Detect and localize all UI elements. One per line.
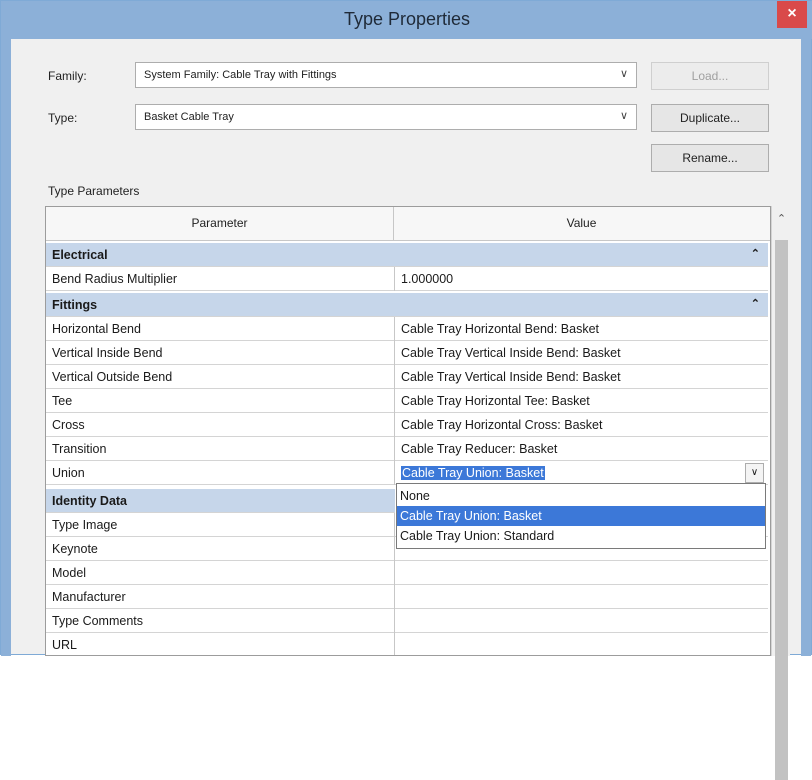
table-row[interactable]: Manufacturer (46, 585, 768, 609)
table-row[interactable]: URL (46, 633, 768, 655)
param-name: Tee (52, 394, 73, 408)
type-label: Type: (48, 111, 78, 125)
table-row[interactable]: Cross Cable Tray Horizontal Cross: Baske… (46, 413, 768, 437)
type-combobox[interactable]: Basket Cable Tray ∨ (135, 104, 637, 130)
column-divider (394, 585, 395, 609)
param-name: Manufacturer (52, 590, 126, 604)
type-value: Basket Cable Tray (144, 111, 234, 123)
param-name: Keynote (52, 542, 98, 556)
param-name: Model (52, 566, 87, 580)
window-frame-right (801, 39, 811, 656)
group-label: Identity Data (52, 494, 128, 508)
family-combobox[interactable]: System Family: Cable Tray with Fittings … (135, 62, 637, 88)
column-divider (394, 633, 395, 655)
dropdown-option-selected[interactable]: Cable Tray Union: Basket (397, 506, 765, 526)
column-header-parameter[interactable]: Parameter (46, 207, 394, 240)
dialog-title: Type Properties (343, 9, 471, 29)
column-header-value[interactable]: Value (395, 207, 768, 240)
type-parameters-label: Type Parameters (48, 184, 140, 198)
load-button[interactable]: Load... (651, 62, 769, 90)
param-name: Transition (52, 442, 107, 456)
chevron-down-icon: ∨ (619, 110, 628, 122)
group-row-fittings[interactable]: Fittings ⌃ (46, 293, 768, 317)
param-name: Vertical Inside Bend (52, 346, 163, 360)
column-divider (394, 365, 395, 389)
column-divider (394, 437, 395, 461)
column-divider (394, 513, 395, 537)
group-row-identity-data[interactable]: Identity Data (46, 489, 395, 513)
param-value[interactable]: Cable Tray Horizontal Cross: Basket (401, 418, 602, 432)
column-divider (394, 389, 395, 413)
table-row-union[interactable]: Union Cable Tray Union: Basket ∨ (46, 461, 768, 485)
collapse-icon[interactable]: ⌃ (751, 247, 760, 260)
param-name: Cross (52, 418, 85, 432)
union-combobox-value[interactable]: Cable Tray Union: Basket (401, 466, 545, 480)
close-button[interactable]: × (777, 1, 807, 28)
parameters-grid: Parameter Value Electrical ⌃ Bend Radius… (45, 206, 771, 656)
vertical-scrollbar[interactable]: ⌃ (771, 206, 791, 780)
param-value[interactable]: 1.000000 (401, 272, 453, 286)
param-value[interactable]: Cable Tray Vertical Inside Bend: Basket (401, 346, 621, 360)
table-row[interactable]: Transition Cable Tray Reducer: Basket (46, 437, 768, 461)
type-properties-dialog: Type Properties × Family: System Family:… (0, 0, 812, 780)
table-row[interactable]: Vertical Outside Bend Cable Tray Vertica… (46, 365, 768, 389)
table-row[interactable]: Type Comments (46, 609, 768, 633)
param-value[interactable]: Cable Tray Horizontal Tee: Basket (401, 394, 590, 408)
table-row[interactable]: Bend Radius Multiplier 1.000000 (46, 267, 768, 291)
window-frame-left (1, 39, 11, 656)
column-divider (394, 609, 395, 633)
column-divider (394, 341, 395, 365)
table-row[interactable]: Tee Cable Tray Horizontal Tee: Basket (46, 389, 768, 413)
column-divider (394, 461, 395, 485)
table-row[interactable]: Model (46, 561, 768, 585)
union-dropdown-list[interactable]: None Cable Tray Union: Basket Cable Tray… (396, 483, 766, 549)
param-value[interactable]: Cable Tray Horizontal Bend: Basket (401, 322, 599, 336)
param-name: Bend Radius Multiplier (52, 272, 178, 286)
family-label: Family: (48, 69, 87, 83)
title-bar[interactable]: Type Properties × (1, 1, 812, 39)
param-name: Type Image (52, 518, 118, 532)
family-value: System Family: Cable Tray with Fittings (144, 69, 337, 81)
duplicate-button[interactable]: Duplicate... (651, 104, 769, 132)
group-row-electrical[interactable]: Electrical ⌃ (46, 243, 768, 267)
scroll-up-icon[interactable]: ⌃ (772, 212, 791, 225)
chevron-down-icon[interactable]: ∨ (745, 463, 764, 483)
chevron-down-icon: ∨ (619, 68, 628, 80)
param-name: Union (52, 466, 85, 480)
group-label: Fittings (52, 298, 98, 312)
param-value[interactable]: Cable Tray Reducer: Basket (401, 442, 557, 456)
column-divider (394, 413, 395, 437)
column-divider (394, 267, 395, 291)
column-divider (394, 561, 395, 585)
param-value[interactable]: Cable Tray Vertical Inside Bend: Basket (401, 370, 621, 384)
scrollbar-thumb[interactable] (775, 240, 788, 780)
collapse-icon[interactable]: ⌃ (751, 297, 760, 310)
table-row[interactable]: Horizontal Bend Cable Tray Horizontal Be… (46, 317, 768, 341)
param-name: Vertical Outside Bend (52, 370, 173, 384)
param-name: Horizontal Bend (52, 322, 141, 336)
param-name: URL (52, 638, 78, 652)
grid-header: Parameter Value (46, 207, 770, 241)
group-label: Electrical (52, 248, 108, 262)
table-row[interactable]: Vertical Inside Bend Cable Tray Vertical… (46, 341, 768, 365)
rename-button[interactable]: Rename... (651, 144, 769, 172)
column-divider (394, 317, 395, 341)
dropdown-option[interactable]: None (397, 486, 765, 506)
dropdown-option[interactable]: Cable Tray Union: Standard (397, 526, 765, 546)
column-divider (394, 537, 395, 561)
selected-text: Cable Tray Union: Basket (401, 466, 545, 480)
param-name: Type Comments (52, 614, 144, 628)
